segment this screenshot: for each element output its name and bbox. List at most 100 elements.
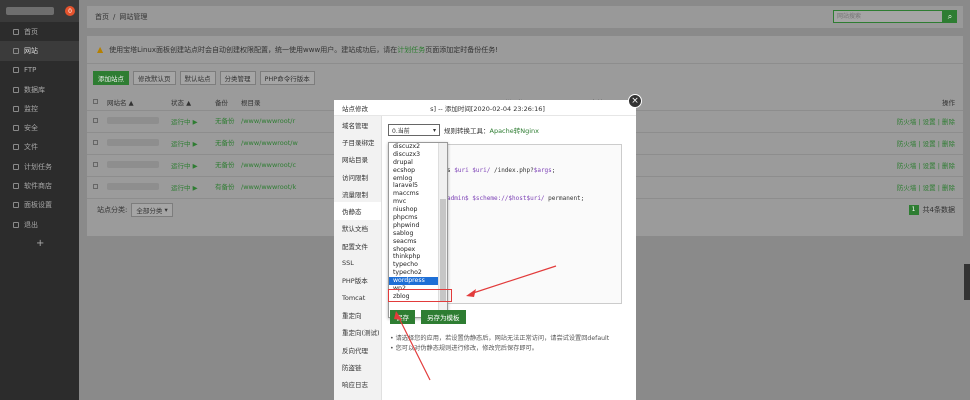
page-button[interactable]: 1 xyxy=(908,204,919,215)
modal-tab-domains[interactable]: 域名管理 xyxy=(334,116,381,133)
row-checkbox[interactable] xyxy=(93,118,98,123)
code-var: $args xyxy=(533,167,552,174)
category-select[interactable]: 全部分类 ▾ xyxy=(131,202,173,217)
scroll-handle[interactable] xyxy=(964,264,970,300)
row-actions[interactable]: 防火墙 | 设置 | 删除 xyxy=(785,176,963,199)
code-line: s $uri $uri/ /index.php?$args; xyxy=(447,167,555,174)
sidebar-item-files[interactable]: 文件 xyxy=(0,138,79,157)
modal-tab-rewrite[interactable]: 伪静态 xyxy=(334,202,381,220)
site-name-redacted[interactable] xyxy=(107,160,159,168)
apache-to-nginx-link[interactable]: Apache转Nginx xyxy=(490,127,540,135)
site-name-redacted[interactable] xyxy=(107,182,159,190)
status-running[interactable]: 运行中 ▶ xyxy=(165,110,209,133)
sidebar-item-settings[interactable]: 面板设置 xyxy=(0,196,79,215)
category-manage-button[interactable]: 分类管理 xyxy=(219,71,256,85)
modal-tab-log[interactable]: 响应日志 xyxy=(334,375,381,392)
modal-tab-redirect[interactable]: 重定向 xyxy=(334,306,381,323)
sidebar-item-label: 安全 xyxy=(24,124,38,133)
modal-tab-traffic-limit[interactable]: 流量限制 xyxy=(334,185,381,202)
status-running[interactable]: 运行中 ▶ xyxy=(165,154,209,177)
sidebar-item-cron[interactable]: 计划任务 xyxy=(0,157,79,176)
breadcrumb-home[interactable]: 首页 xyxy=(95,12,109,22)
site-name-redacted[interactable] xyxy=(107,116,159,124)
site-name-redacted[interactable] xyxy=(107,138,159,146)
backup-status[interactable]: 无备份 xyxy=(209,154,235,177)
modal-tab-ssl[interactable]: SSL xyxy=(334,254,381,271)
sidebar-item-website[interactable]: 网站 xyxy=(0,41,79,61)
backup-status[interactable]: 无备份 xyxy=(209,110,235,133)
row-checkbox[interactable] xyxy=(93,140,98,145)
modal-tab-hotlink[interactable]: 防盗链 xyxy=(334,358,381,375)
modal-actions: 保存 另存为模板 xyxy=(390,310,466,324)
clock-icon xyxy=(13,163,19,170)
sidebar-item-security[interactable]: 安全 xyxy=(0,118,79,137)
scroll-thumb[interactable] xyxy=(440,199,446,301)
default-site-button[interactable]: 默认站点 xyxy=(179,71,216,85)
edit-default-page-button[interactable]: 修改默认页 xyxy=(133,71,176,85)
sidebar-item-ftp[interactable]: FTP xyxy=(0,61,79,80)
modal-tab-access-limit[interactable]: 访问限制 xyxy=(334,168,381,185)
sidebar-item-database[interactable]: 数据库 xyxy=(0,80,79,99)
rewrite-tips: • 请选择您的应用，若设置伪静态后，网站无法正常访问，请尝试设置回default… xyxy=(390,334,630,354)
total-count: 共4条数据 xyxy=(922,205,955,214)
tip-item: • 请选择您的应用，若设置伪静态后，网站无法正常访问，请尝试设置回default xyxy=(390,335,610,342)
row-actions[interactable]: 防火墙 | 设置 | 删除 xyxy=(785,132,963,155)
modal-title-suffix: s] -- 添加时间[2020-02-04 23:26:16] xyxy=(430,104,545,113)
sidebar-item-label: FTP xyxy=(24,66,37,75)
sidebar-item-monitor[interactable]: 监控 xyxy=(0,99,79,118)
logout-icon xyxy=(13,221,19,228)
row-actions[interactable]: 防火墙 | 设置 | 删除 xyxy=(785,154,963,177)
modal-tab-config[interactable]: 配置文件 xyxy=(334,237,381,254)
tip-text: 您可以对伪静态规则进行修改，修改完后保存即可。 xyxy=(395,345,538,352)
status-running[interactable]: 运行中 ▶ xyxy=(165,132,209,155)
search-input[interactable] xyxy=(833,10,943,23)
sidebar-item-label: 退出 xyxy=(24,220,38,229)
status-running[interactable]: 运行中 ▶ xyxy=(165,176,209,199)
sidebar-item-home[interactable]: 首页 xyxy=(0,22,79,41)
rewrite-template-select[interactable]: 0.当前 ▾ xyxy=(388,124,440,136)
close-icon[interactable]: × xyxy=(628,94,642,108)
sidebar-item-logout[interactable]: 退出 xyxy=(0,215,79,234)
row-checkbox[interactable] xyxy=(93,184,98,189)
modal-tab-php[interactable]: PHP版本 xyxy=(334,272,381,289)
sidebar-item-label: 数据库 xyxy=(24,85,45,94)
notification-badge[interactable]: 0 xyxy=(65,6,75,16)
notice-text-main: 使用宝塔Linux面板创建站点时会自动创建权限配置，统一使用www用户。建站成功… xyxy=(109,45,398,54)
modal-tab-site-dir[interactable]: 网站目录 xyxy=(334,151,381,168)
chevron-down-icon: ▾ xyxy=(164,205,168,214)
sidebar-item-label: 面板设置 xyxy=(24,201,52,210)
add-menu-button[interactable]: + xyxy=(0,234,79,249)
modal-tab-proxy[interactable]: 反向代理 xyxy=(334,341,381,358)
breadcrumb-current: 网站管理 xyxy=(119,13,148,21)
modal-tab-default-doc[interactable]: 默认文档 xyxy=(334,220,381,237)
backup-status[interactable]: 无备份 xyxy=(209,132,235,155)
php-cli-version-button[interactable]: PHP命令行版本 xyxy=(259,71,315,85)
select-all-checkbox[interactable] xyxy=(93,98,98,104)
rule-convert-label: 规则转换工具：Apache转Nginx xyxy=(444,125,539,135)
globe-icon xyxy=(13,47,19,54)
row-actions[interactable]: 防火墙 | 设置 | 删除 xyxy=(785,110,963,133)
monitor-icon xyxy=(13,105,19,112)
search-button[interactable]: ⌕ xyxy=(943,10,957,23)
sidebar: 0 首页 网站 FTP 数据库 监控 安全 文件 计划任务 软件商店 面板设置 … xyxy=(0,0,79,400)
sidebar-item-label: 首页 xyxy=(24,27,38,36)
modal-tab-tomcat[interactable]: Tomcat xyxy=(334,289,381,306)
ftp-icon xyxy=(13,67,19,74)
brand-logo xyxy=(6,7,54,15)
modal-title: 站点修改 s] -- 添加时间[2020-02-04 23:26:16] xyxy=(334,100,636,116)
notice-link-cron[interactable]: 计划任务 xyxy=(397,46,425,54)
row-checkbox[interactable] xyxy=(93,162,98,167)
modal-tab-redirect-test[interactable]: 重定向(测试) xyxy=(334,324,381,341)
code-text: ; xyxy=(551,167,556,174)
modal-tab-subdir[interactable]: 子目录绑定 xyxy=(334,133,381,150)
notice-text-after: 页面添加定时备份任务! xyxy=(425,45,499,54)
header-status[interactable]: 状态 ▲ xyxy=(165,94,209,111)
code-line: admin$ $scheme://$host$uri/ permanent; xyxy=(447,195,584,202)
save-button[interactable]: 保存 xyxy=(390,310,415,324)
backup-status[interactable]: 有备份 xyxy=(209,176,235,199)
chevron-down-icon: ▾ xyxy=(432,126,436,134)
add-site-button[interactable]: 添加站点 xyxy=(93,71,129,85)
sidebar-item-store[interactable]: 软件商店 xyxy=(0,176,79,195)
save-as-template-button[interactable]: 另存为模板 xyxy=(421,310,466,324)
header-name[interactable]: 网站名 ▲ xyxy=(101,94,165,111)
